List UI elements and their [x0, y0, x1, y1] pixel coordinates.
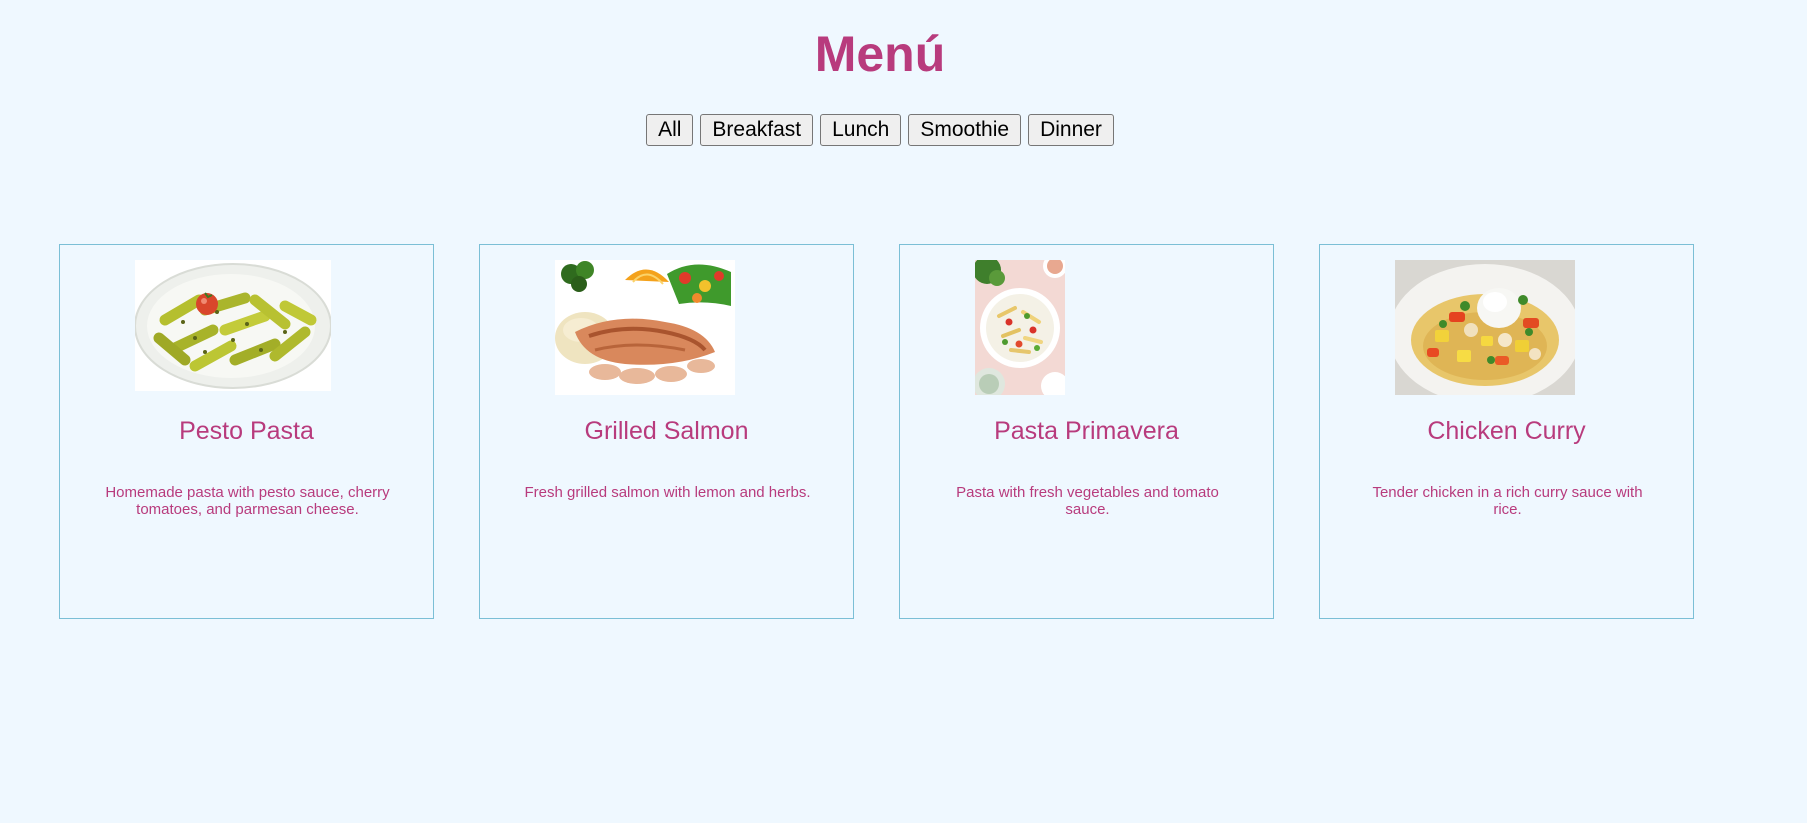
menu-card: Pasta Primavera Pasta with fresh vegetab… — [899, 244, 1274, 619]
menu-card: Pesto Pasta Homemade pasta with pesto sa… — [59, 244, 434, 619]
menu-card: Chicken Curry Tender chicken in a rich c… — [1319, 244, 1694, 619]
menu-item-description: Fresh grilled salmon with lemon and herb… — [524, 484, 811, 501]
menu-item-description: Homemade pasta with pesto sauce, cherry … — [105, 484, 390, 518]
filter-breakfast-button[interactable]: Breakfast — [700, 114, 814, 146]
menu-card-grid: Pesto Pasta Homemade pasta with pesto sa… — [59, 244, 1694, 619]
page-title: Menú — [814, 26, 946, 82]
pasta-primavera-image — [975, 260, 1065, 395]
menu-item-description: Pasta with fresh vegetables and tomato s… — [956, 484, 1219, 518]
menu-item-title: Grilled Salmon — [584, 417, 749, 445]
menu-item-title: Chicken Curry — [1427, 417, 1586, 445]
menu-item-title: Pasta Primavera — [994, 417, 1179, 445]
chicken-curry-image — [1395, 260, 1575, 395]
menu-item-description: Tender chicken in a rich curry sauce wit… — [1372, 484, 1643, 518]
filter-lunch-button[interactable]: Lunch — [820, 114, 902, 146]
filter-smoothie-button[interactable]: Smoothie — [908, 114, 1022, 146]
filter-all-button[interactable]: All — [646, 114, 694, 146]
filter-dinner-button[interactable]: Dinner — [1028, 114, 1114, 146]
category-filter-bar: All Breakfast Lunch Smoothie Dinner — [0, 114, 1760, 146]
grilled-salmon-image — [555, 260, 735, 395]
menu-card: Grilled Salmon Fresh grilled salmon with… — [479, 244, 854, 619]
pesto-pasta-image — [135, 260, 331, 391]
menu-item-title: Pesto Pasta — [179, 417, 314, 445]
